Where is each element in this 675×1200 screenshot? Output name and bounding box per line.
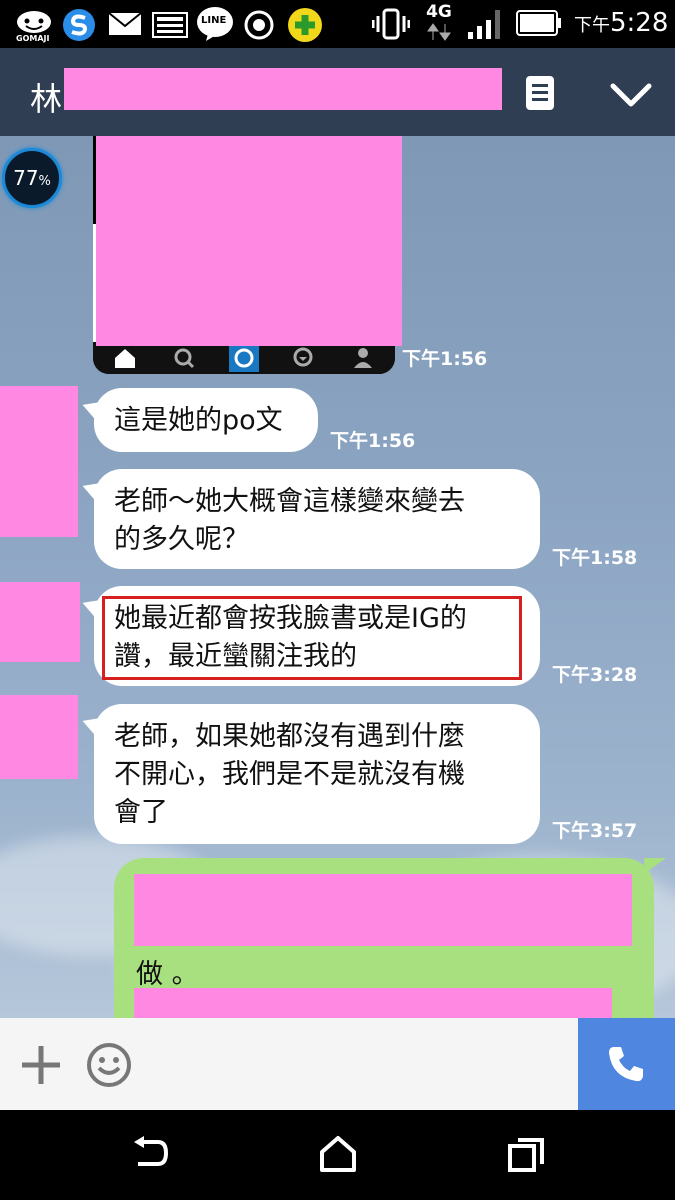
title-redaction — [64, 68, 502, 110]
avatar-redaction — [0, 582, 80, 662]
message-line: 老師，如果她都沒有遇到什麼 — [114, 721, 465, 752]
message-time: 下午1:56 — [330, 430, 416, 452]
network-label: 4G — [426, 2, 452, 22]
avatar-redaction — [0, 695, 78, 779]
message-time: 下午3:28 — [552, 664, 638, 686]
message-text: 這是她的po文 — [114, 405, 283, 436]
circle-icon — [244, 10, 274, 44]
chat-bubble[interactable]: 老師～她大概會這樣變來變去 的多久呢？ — [94, 469, 540, 569]
message-text: 做 。 — [136, 959, 199, 990]
chat-area[interactable]: 下午1:56 這是她的po文 下午1:56 老師～她大概會這樣變來變去 的多久呢… — [0, 136, 675, 1018]
battery-icon — [516, 10, 562, 40]
clock-prefix: 下午 — [574, 15, 610, 36]
vibrate-icon — [371, 8, 411, 44]
avatar-redaction — [0, 386, 78, 537]
chevron-down-icon[interactable] — [610, 82, 652, 112]
gomaji-label: GOMAJI — [16, 34, 50, 43]
message-time: 下午1:58 — [552, 547, 638, 569]
signal-icon — [466, 8, 506, 44]
battery-percent-widget[interactable]: 77% — [2, 148, 62, 208]
chat-bubble[interactable]: 這是她的po文 — [94, 388, 318, 452]
call-button[interactable] — [578, 1018, 675, 1110]
image-redaction — [96, 136, 402, 346]
message-line: 的多久呢？ — [114, 524, 249, 555]
image-icon — [152, 12, 188, 42]
plus-badge-icon — [286, 6, 324, 48]
line-label: LINE — [201, 15, 227, 26]
smiley-icon[interactable] — [86, 1042, 132, 1092]
battery-percent-value: 77 — [13, 166, 39, 190]
percent-sign: % — [38, 174, 51, 189]
outgoing-bubble[interactable]: 做 。 — [114, 858, 666, 1018]
line-icon: LINE — [196, 6, 234, 46]
phone-icon — [606, 1044, 646, 1088]
recents-icon[interactable] — [506, 1136, 546, 1178]
mail-icon — [108, 12, 142, 40]
navigation-bar — [0, 1110, 675, 1200]
notes-icon[interactable] — [524, 74, 556, 116]
message-line: 老師～她大概會這樣變來變去 — [114, 486, 465, 517]
message-time: 下午1:56 — [402, 348, 488, 370]
s-app-icon — [60, 8, 98, 46]
message-redaction — [134, 874, 632, 946]
message-time: 下午3:57 — [552, 820, 638, 842]
chat-bubble[interactable]: 老師，如果她都沒有遇到什麼 不開心，我們是不是就沒有機 會了 — [94, 704, 540, 844]
chat-bubble[interactable]: 她最近都會按我臉書或是IG的 讚，最近蠻關注我的 — [94, 586, 540, 686]
network-type: 4G — [424, 2, 454, 46]
message-line: 會了 — [114, 797, 168, 828]
highlight-box — [102, 596, 522, 680]
gomaji-icon: GOMAJI — [14, 8, 54, 46]
status-bar: GOMAJI LINE 4G 下午5:28 — [0, 0, 675, 48]
back-icon[interactable] — [130, 1136, 170, 1176]
chat-title[interactable]: 林 — [30, 74, 62, 120]
home-icon[interactable] — [318, 1134, 358, 1178]
input-bar — [0, 1018, 675, 1110]
clock-time: 5:28 — [610, 8, 669, 38]
plus-icon[interactable] — [20, 1044, 62, 1090]
message-line: 不開心，我們是不是就沒有機 — [114, 759, 465, 790]
data-arrows-icon — [427, 23, 451, 41]
image-toolbar — [93, 342, 395, 374]
message-redaction — [134, 988, 612, 1018]
status-clock: 下午5:28 — [574, 8, 668, 38]
chat-header: 林 — [0, 48, 675, 136]
